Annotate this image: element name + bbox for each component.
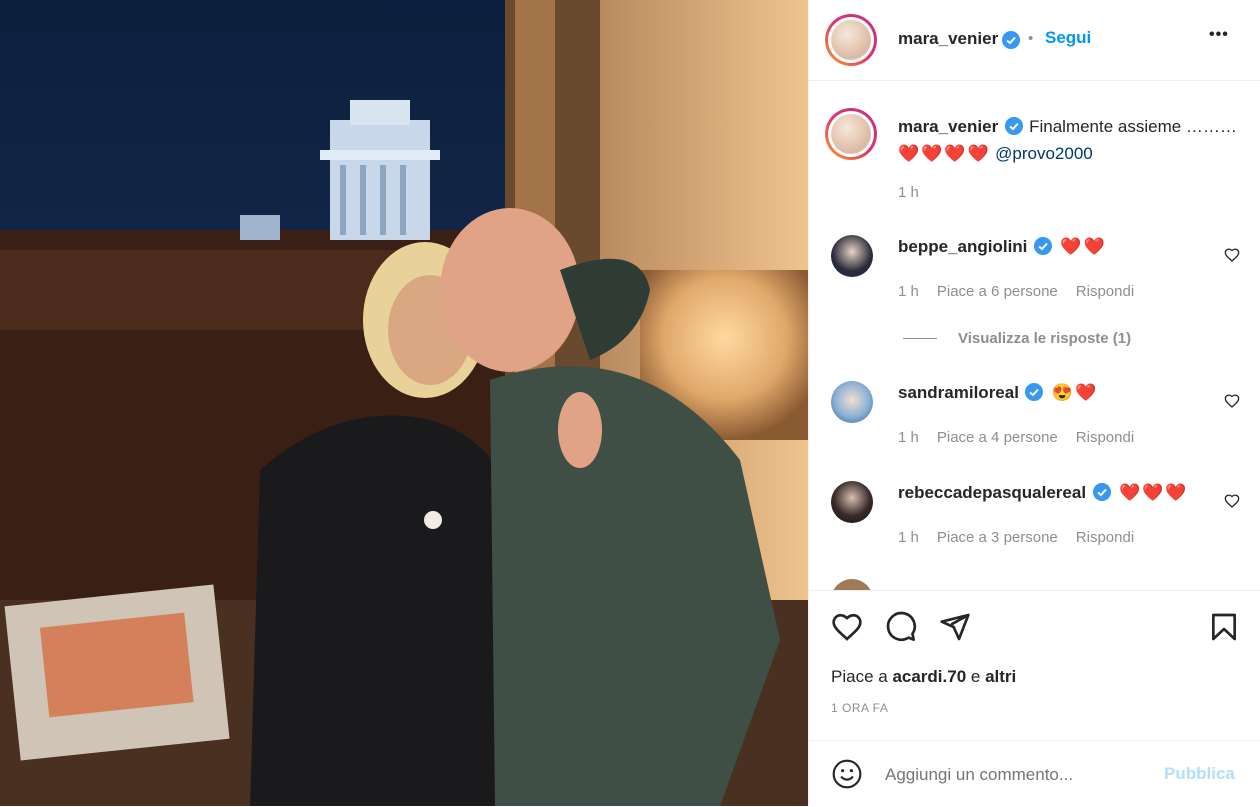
add-comment-bar: Pubblica [809, 740, 1260, 807]
post-image [0, 0, 808, 806]
post-timestamp: 1 ORA FA [831, 701, 889, 715]
comment: rebeccadepasqualereal ❤️❤️❤️ [898, 483, 1188, 504]
caption: mara_venier Finalmente assieme ……… ❤️❤️❤… [898, 114, 1248, 168]
likes-suffix: e [966, 667, 986, 686]
caption-time: 1 h [898, 184, 919, 201]
post-side-panel: mara_venier • Segui ••• mara_venier Fina… [808, 0, 1260, 806]
verified-badge-icon [1002, 31, 1020, 49]
likes-user[interactable]: acardi.70 [892, 667, 966, 686]
verified-badge-icon [1004, 117, 1023, 136]
comment-meta: 1 h Piace a 6 persone Rispondi [898, 283, 1152, 300]
follow-button[interactable]: Segui [1045, 28, 1091, 48]
comment-likes[interactable]: Piace a 4 persone [937, 429, 1058, 446]
post-header: mara_venier • Segui ••• [809, 0, 1260, 81]
comment-username[interactable]: sandramiloreal [898, 383, 1019, 402]
commenter-avatar[interactable] [831, 235, 873, 277]
caption-text: Finalmente assieme ……… [1029, 117, 1237, 136]
comment-meta: 1 h Piace a 4 persone Rispondi [898, 429, 1152, 446]
author-username[interactable]: mara_venier [898, 29, 998, 49]
replies-divider [903, 338, 937, 339]
publish-button[interactable]: Pubblica [1164, 764, 1235, 784]
post-photo[interactable] [0, 0, 808, 806]
comment-icon[interactable] [885, 611, 917, 643]
comment: sandramiloreal 😍❤️ [898, 383, 1098, 404]
comment-text: ❤️❤️ [1060, 237, 1107, 256]
comment: beppe_angiolini ❤️❤️ [898, 237, 1107, 258]
comment-text: 😍❤️ [1051, 383, 1099, 402]
verified-badge-icon [1033, 237, 1052, 256]
separator-dot: • [1028, 30, 1034, 47]
author-avatar[interactable] [825, 14, 877, 66]
comment-likes[interactable]: Piace a 6 persone [937, 283, 1058, 300]
reply-button[interactable]: Rispondi [1076, 283, 1134, 300]
comment-username[interactable]: rebeccadepasqualereal [898, 483, 1086, 502]
caption-emoji: ❤️❤️❤️❤️ [898, 144, 991, 163]
bookmark-icon[interactable] [1208, 611, 1240, 643]
caption-avatar[interactable] [825, 108, 877, 160]
heart-icon[interactable] [831, 611, 863, 643]
emoji-icon[interactable] [831, 758, 863, 790]
commenter-avatar-partial [831, 579, 873, 590]
verified-badge-icon [1092, 483, 1111, 502]
caption-mention[interactable]: @provo2000 [995, 144, 1093, 163]
comment-time: 1 h [898, 529, 919, 546]
more-icon[interactable]: ••• [1209, 26, 1229, 44]
likes-prefix: Piace a [831, 667, 893, 686]
reply-button[interactable]: Rispondi [1076, 529, 1134, 546]
comment-time: 1 h [898, 429, 919, 446]
comment-likes[interactable]: Piace a 3 persone [937, 529, 1058, 546]
comment-input[interactable] [883, 759, 1147, 791]
commenter-avatar[interactable] [831, 381, 873, 423]
comment-time: 1 h [898, 283, 919, 300]
view-replies-button[interactable]: Visualizza le risposte (1) [958, 330, 1131, 347]
comment-like-heart-icon[interactable] [1224, 393, 1240, 409]
likes-others[interactable]: altri [985, 667, 1016, 686]
comment-meta: 1 h Piace a 3 persone Rispondi [898, 529, 1152, 546]
caption-username[interactable]: mara_venier [898, 117, 998, 136]
comment-username[interactable]: beppe_angiolini [898, 237, 1027, 256]
share-icon[interactable] [939, 611, 971, 643]
likes-summary: Piace a acardi.70 e altri [831, 667, 1016, 687]
comment-text: ❤️❤️❤️ [1118, 483, 1189, 502]
verified-badge-icon [1025, 383, 1044, 402]
comment-like-heart-icon[interactable] [1224, 247, 1240, 263]
reply-button[interactable]: Rispondi [1076, 429, 1134, 446]
commenter-avatar[interactable] [831, 481, 873, 523]
comment-like-heart-icon[interactable] [1224, 493, 1240, 509]
